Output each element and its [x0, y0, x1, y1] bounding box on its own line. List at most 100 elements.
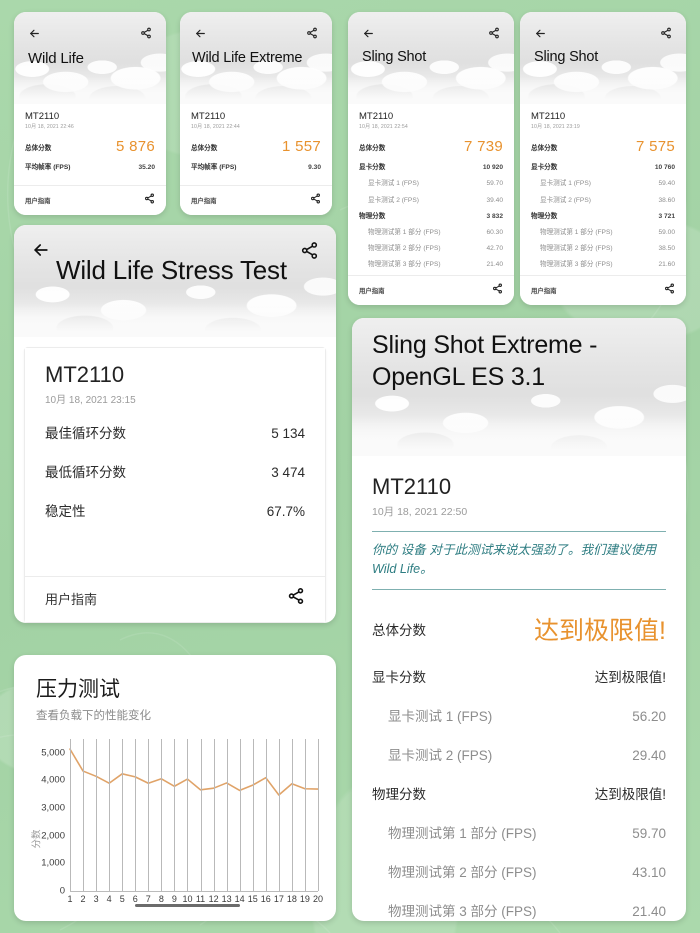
- metric-label: 平均帧率 (FPS): [25, 164, 71, 172]
- metric-label: 显卡测试 2 (FPS): [388, 748, 493, 764]
- device-name: MT2110: [372, 474, 452, 499]
- user-guide-row[interactable]: 用户指南: [180, 185, 332, 215]
- overall-score-row: 总体分数 7 575: [531, 135, 675, 158]
- hero-fade: [180, 76, 332, 104]
- metric-label: 显卡测试 1 (FPS): [540, 180, 591, 188]
- chart-gridline: [161, 739, 163, 891]
- overall-score-row: 总体分数 7 739: [359, 135, 503, 158]
- chart-x-tick: 12: [208, 894, 219, 904]
- overall-score-label: 总体分数: [359, 144, 386, 152]
- user-guide-row[interactable]: 用户指南: [520, 275, 686, 305]
- share-icon[interactable]: [483, 22, 505, 44]
- metric-row: 物理测试第 3 部分 (FPS) 21.40: [359, 255, 503, 271]
- chart-gridline: [252, 739, 254, 891]
- card-stress-chart[interactable]: 压力测试 查看负载下的性能变化 分数 0 1,000 2,000 3,000 4,000…: [14, 655, 336, 921]
- result-date: 10月 18, 2021 23:15: [45, 395, 136, 406]
- chart-y-tick: 4,000: [41, 774, 65, 786]
- share-icon[interactable]: [301, 22, 323, 44]
- back-arrow-icon[interactable]: [23, 22, 45, 44]
- chart-gridline: [96, 739, 98, 891]
- chart-gridline: [200, 739, 202, 891]
- chart-gridline: [135, 739, 137, 891]
- metric-label: 平均帧率 (FPS): [191, 164, 237, 172]
- chart-x-axis: [70, 891, 318, 892]
- metric-label: 物理测试第 2 部分 (FPS): [368, 245, 441, 253]
- metric-row: 显卡测试 1 (FPS) 59.40: [531, 174, 675, 190]
- metric-row: 显卡测试 2 (FPS) 39.40: [359, 191, 503, 207]
- chart-x-tick: 6: [132, 894, 138, 904]
- device-name: MT2110: [359, 111, 394, 122]
- user-guide-row[interactable]: 用户指南: [14, 185, 166, 215]
- card-wild-life[interactable]: Wild Life MT2110 10月 18, 2021 22:46 总体分数…: [14, 12, 166, 215]
- overall-score-row: 总体分数 5 876: [25, 135, 155, 158]
- overall-score-row: 总体分数 1 557: [191, 135, 321, 158]
- card-sling-shot-extreme[interactable]: Sling Shot Extreme - OpenGL ES 3.1 MT211…: [352, 318, 686, 921]
- metric-label: 显卡测试 2 (FPS): [368, 196, 419, 204]
- hero-fade: [352, 414, 686, 456]
- user-guide-row[interactable]: 用户指南: [348, 275, 514, 305]
- back-arrow-icon[interactable]: [28, 237, 54, 263]
- metric-label: 物理测试第 2 部分 (FPS): [540, 245, 613, 253]
- share-icon[interactable]: [287, 587, 305, 610]
- metric-row: 物理测试第 3 部分 (FPS) 21.60: [531, 255, 675, 271]
- chart-plot[interactable]: 0 1,000 2,000 3,000 4,000 5,000 1 2 3 4 5 6 7 8 9 10 11 1…: [41, 739, 323, 907]
- card-title: Sling Shot: [362, 49, 427, 65]
- card-title: Wild Life Stress Test: [56, 255, 287, 285]
- user-guide-label: 用户指南: [191, 197, 217, 205]
- card-sling-shot-2[interactable]: Sling Shot MT2110 10月 18, 2021 23:19 总体分…: [520, 12, 686, 305]
- back-arrow-icon[interactable]: [529, 22, 551, 44]
- metric-value: 38.60: [658, 196, 675, 204]
- metric-value: 3 721: [658, 212, 675, 220]
- card-hero-image: Wild Life Extreme: [180, 12, 332, 104]
- metric-row: 最佳循环分数 5 134: [45, 412, 305, 451]
- back-arrow-icon[interactable]: [357, 22, 379, 44]
- hero-fade: [520, 76, 686, 104]
- overall-score-label: 总体分数: [531, 144, 558, 152]
- share-icon[interactable]: [492, 281, 503, 299]
- card-wild-life-extreme[interactable]: Wild Life Extreme MT2110 10月 18, 2021 22…: [180, 12, 332, 215]
- metric-row: 物理测试第 3 部分 (FPS) 21.40: [372, 891, 666, 921]
- metric-label: 物理测试第 3 部分 (FPS): [388, 904, 537, 920]
- metric-row: 物理分数 达到极限值!: [372, 774, 666, 813]
- overall-score-value: 1 557: [281, 138, 321, 156]
- metric-label: 物理测试第 2 部分 (FPS): [388, 865, 537, 881]
- chart-x-tick: 9: [171, 894, 177, 904]
- chart-scroll-indicator[interactable]: [135, 904, 240, 907]
- metric-row: 显卡测试 1 (FPS) 59.70: [359, 174, 503, 190]
- metric-label: 物理分数: [531, 212, 558, 220]
- share-icon[interactable]: [310, 191, 321, 209]
- share-icon[interactable]: [135, 22, 157, 44]
- chart-gridline: [122, 739, 124, 891]
- metric-label: 稳定性: [45, 503, 86, 519]
- card-body: MT2110 10月 18, 2021 23:19 总体分数 7 575 显卡分…: [520, 104, 686, 275]
- metric-label: 显卡测试 1 (FPS): [388, 709, 493, 725]
- share-icon[interactable]: [296, 237, 322, 263]
- card-wild-life-stress-test[interactable]: Wild Life Stress Test MT2110 10月 18, 202…: [14, 225, 336, 623]
- user-guide-row[interactable]: 用户指南: [25, 576, 325, 622]
- overall-score-value: 达到极限值!: [534, 617, 666, 646]
- metric-row: 平均帧率 (FPS) 35.20: [25, 158, 155, 174]
- metric-row: 显卡分数 10 760: [531, 158, 675, 174]
- chart-area[interactable]: 分数 0 1,000 2,000 3,000 4,000 5,000 1 2 3 4 5 6 7 8 9 10…: [24, 739, 326, 917]
- chart-gridline: [304, 739, 306, 891]
- metric-value: 59.40: [658, 180, 675, 188]
- metric-value: 35.20: [138, 164, 155, 172]
- device-name: MT2110: [45, 362, 125, 387]
- overall-score-value: 7 739: [463, 138, 503, 156]
- share-icon[interactable]: [664, 281, 675, 299]
- chart-y-tick: 1,000: [41, 857, 65, 869]
- chart-x-tick: 19: [299, 894, 310, 904]
- metric-row: 物理分数 3 832: [359, 207, 503, 223]
- metric-row: 物理测试第 2 部分 (FPS) 43.10: [372, 852, 666, 891]
- back-arrow-icon[interactable]: [189, 22, 211, 44]
- stress-result-panel: MT2110 10月 18, 2021 23:15 最佳循环分数 5 134 最低…: [24, 347, 326, 623]
- share-icon[interactable]: [144, 191, 155, 209]
- metric-row: 平均帧率 (FPS) 9.30: [191, 158, 321, 174]
- chart-y-tick: 3,000: [41, 802, 65, 814]
- card-sling-shot-1[interactable]: Sling Shot MT2110 10月 18, 2021 22:54 总体分…: [348, 12, 514, 305]
- chart-series-line: [69, 748, 319, 796]
- share-icon[interactable]: [655, 22, 677, 44]
- metric-value: 21.40: [632, 904, 666, 920]
- chart-y-tick: 2,000: [41, 830, 65, 842]
- metric-row: 显卡测试 2 (FPS) 29.40: [372, 735, 666, 774]
